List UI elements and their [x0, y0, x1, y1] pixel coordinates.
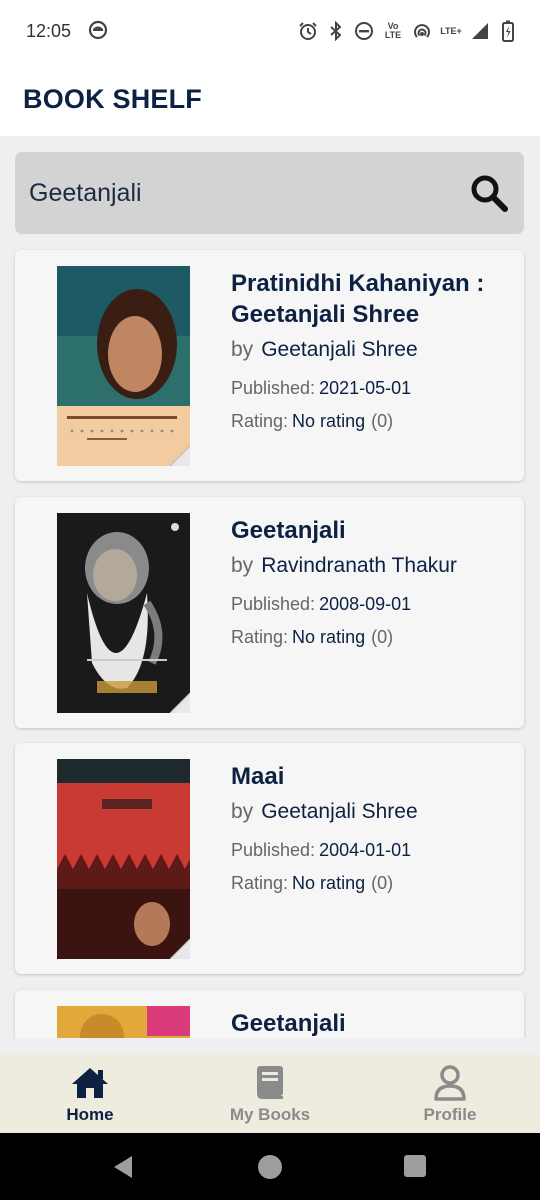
published-label: Published:	[231, 594, 316, 614]
published-label: Published:	[231, 378, 316, 398]
bluetooth-icon	[326, 20, 346, 42]
rating-label: Rating:	[231, 627, 289, 647]
book-cover	[57, 759, 190, 959]
search-button[interactable]	[466, 170, 512, 216]
published-date: 2004-01-01	[319, 840, 412, 860]
by-label: by	[231, 338, 254, 361]
book-list[interactable]: Pratinidhi Kahaniyan : Geetanjali Shree …	[0, 248, 540, 1038]
rating-count: (0)	[371, 411, 394, 431]
rating-value: No rating	[292, 873, 366, 893]
book-cover	[57, 513, 190, 713]
by-label: by	[231, 800, 254, 823]
nav-item-profile[interactable]: Profile	[360, 1054, 540, 1133]
book-author: Geetanjali Shree	[261, 338, 418, 361]
rating-label: Rating:	[231, 411, 289, 431]
signal-icon	[470, 20, 490, 42]
rating-label: Rating:	[231, 873, 289, 893]
rating-count: (0)	[371, 627, 394, 647]
by-label: by	[231, 554, 254, 577]
back-icon	[114, 1156, 132, 1178]
home-system-button[interactable]	[256, 1153, 284, 1181]
book-info: Maai by Geetanjali Shree Published: 2004-0…	[231, 761, 516, 894]
rating-value: No rating	[292, 411, 366, 431]
published-line: Published: 2004-01-01	[231, 840, 516, 861]
book-info: Geetanjali	[231, 1008, 516, 1038]
published-date: 2021-05-01	[319, 378, 412, 398]
square-icon	[404, 1155, 426, 1177]
book-cover	[57, 266, 190, 466]
book-card[interactable]: Maai by Geetanjali Shree Published: 2004-0…	[15, 743, 524, 974]
hotspot-icon	[412, 20, 432, 42]
book-card[interactable]: Geetanjali	[15, 990, 524, 1038]
recents-button[interactable]	[402, 1153, 430, 1181]
book-author-line: by Geetanjali Shree	[231, 800, 516, 824]
search-input[interactable]	[29, 174, 449, 212]
status-icons: Vo LTE LTE+	[298, 19, 518, 43]
book-title[interactable]: Geetanjali	[231, 1008, 516, 1038]
book-icon	[250, 1064, 290, 1102]
alarm-icon	[298, 20, 318, 42]
status-time: 12:05	[26, 21, 72, 41]
nav-item-home[interactable]: Home	[0, 1054, 180, 1133]
book-author-line: by Ravindranath Thakur	[231, 554, 516, 578]
book-info: Pratinidhi Kahaniyan : Geetanjali Shree …	[231, 268, 516, 432]
battery-icon	[498, 20, 518, 42]
rating-line: Rating: No rating (0)	[231, 873, 516, 894]
user-icon	[430, 1064, 470, 1102]
back-button[interactable]	[110, 1153, 138, 1181]
search-icon	[471, 175, 508, 212]
book-info: Geetanjali by Ravindranath Thakur Publish…	[231, 515, 516, 648]
app-bar: BOOK SHELF	[0, 62, 540, 136]
rating-count: (0)	[371, 873, 394, 893]
book-author: Ravindranath Thakur	[261, 554, 457, 577]
nav-label-profile: Profile	[423, 1105, 477, 1124]
status-bar: 12:05 Vo LTE LTE+	[0, 0, 540, 62]
book-card[interactable]: Pratinidhi Kahaniyan : Geetanjali Shree …	[15, 250, 524, 481]
book-author-line: by Geetanjali Shree	[231, 338, 516, 362]
volte-icon: Vo LTE	[384, 21, 402, 40]
published-date: 2008-09-01	[319, 594, 412, 614]
search-bar	[15, 152, 524, 234]
home-icon	[70, 1064, 110, 1102]
book-card[interactable]: Geetanjali by Ravindranath Thakur Publish…	[15, 497, 524, 728]
bottom-nav: Home My Books Profile	[0, 1054, 540, 1133]
published-line: Published: 2021-05-01	[231, 378, 516, 399]
nav-item-my-books[interactable]: My Books	[180, 1054, 360, 1133]
dnd-icon	[354, 20, 374, 42]
book-title[interactable]: Pratinidhi Kahaniyan : Geetanjali Shree	[231, 268, 516, 330]
system-nav-bar	[0, 1133, 540, 1200]
nav-label-my-books: My Books	[229, 1105, 311, 1124]
book-cover	[57, 1006, 190, 1038]
lte-icon: LTE+	[440, 25, 462, 36]
book-title[interactable]: Geetanjali	[231, 515, 516, 546]
book-title[interactable]: Maai	[231, 761, 516, 792]
rating-line: Rating: No rating (0)	[231, 411, 516, 432]
nav-label-home: Home	[66, 1105, 114, 1124]
rating-line: Rating: No rating (0)	[231, 627, 516, 648]
notification-icon	[88, 20, 108, 40]
rating-value: No rating	[292, 627, 366, 647]
page-title: BOOK SHELF	[23, 84, 203, 114]
published-label: Published:	[231, 840, 316, 860]
published-line: Published: 2008-09-01	[231, 594, 516, 615]
book-author: Geetanjali Shree	[261, 800, 418, 823]
circle-icon	[258, 1155, 282, 1179]
